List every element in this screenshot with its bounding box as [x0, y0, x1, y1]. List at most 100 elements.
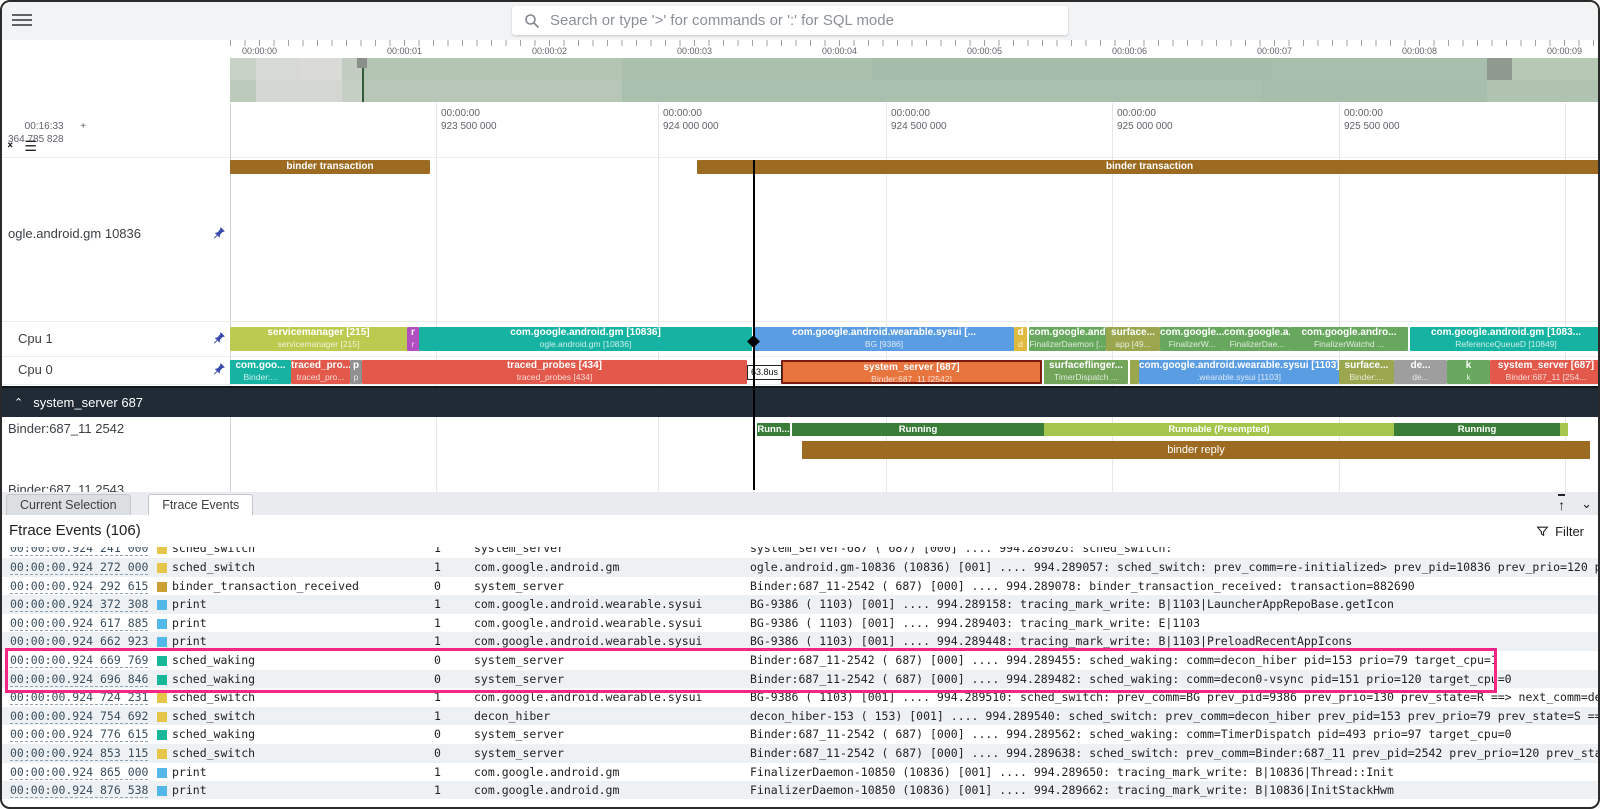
minimap-segment: [1487, 80, 1600, 102]
cpu-slice[interactable]: traced_pro...traced_pro...: [291, 360, 350, 384]
cpu-slice[interactable]: com.google.android.gm [1083...ReferenceQ…: [1410, 327, 1600, 351]
table-row[interactable]: 00:00:00.924 724 231sched_switch1com.goo…: [2, 688, 1600, 707]
tab-ftrace-events[interactable]: Ftrace Events: [148, 494, 253, 517]
cpu-slice[interactable]: com.google.android.gm [10836]ogle.androi…: [419, 327, 752, 351]
pin-icon[interactable]: [213, 331, 226, 344]
group-header-label: system_server 687: [33, 395, 143, 410]
timestamp-link[interactable]: 00:00:00.924 754 692: [10, 709, 148, 724]
timestamp-link[interactable]: 00:00:00.924 292 615: [10, 579, 148, 594]
process-group-header[interactable]: ⌃ system_server 687: [2, 386, 1600, 417]
minimap-segment: [364, 80, 622, 102]
table-row[interactable]: 00:00:00.924 669 769sched_waking0system_…: [2, 651, 1600, 670]
overview-tick-marks: [230, 40, 1600, 46]
cpu-slice[interactable]: traced_probes [434]traced_probes [434]: [362, 360, 747, 384]
event-color-swatch: [157, 582, 167, 592]
thread-state-slice[interactable]: Runn...: [757, 423, 790, 436]
expand-panel-icon[interactable]: ↑: [1558, 494, 1565, 514]
table-row[interactable]: 00:00:00.924 776 615sched_waking0system_…: [2, 725, 1600, 744]
timestamp-link[interactable]: 00:00:00.924 853 115: [10, 746, 148, 761]
table-row[interactable]: 00:00:00.924 662 923print1com.google.and…: [2, 632, 1600, 651]
minimap-segment: [364, 58, 622, 80]
cpu-slice[interactable]: [1130, 360, 1139, 384]
timestamp-link[interactable]: 00:00:00.924 241 000: [10, 547, 148, 556]
cpu-slice[interactable]: com.google.a...FinalizerDae...: [1224, 327, 1290, 351]
cpu-slice[interactable]: dd: [1014, 327, 1027, 351]
timestamp-link[interactable]: 00:00:00.924 776 615: [10, 727, 148, 742]
table-row[interactable]: 00:00:00.924 292 615binder_transaction_r…: [2, 577, 1600, 596]
cpu-slice[interactable]: system_server [687]Binder:687_11 [254...: [1490, 360, 1600, 384]
table-row[interactable]: 00:00:00.924 754 692sched_switch1decon_h…: [2, 707, 1600, 726]
cpu-slice[interactable]: com.google.android.wearable.sysui [1103]…: [1139, 360, 1339, 384]
process-cell: com.google.android.gm: [474, 560, 619, 574]
track-list-icon[interactable]: ☰: [24, 139, 37, 153]
table-row[interactable]: 00:00:00.924 853 115sched_switch0system_…: [2, 744, 1600, 763]
perfetto-trace-viewer: Search or type '>' for commands or ':' f…: [0, 0, 1600, 809]
table-row[interactable]: 00:00:00.924 865 000print1com.google.and…: [2, 763, 1600, 782]
event-color-swatch: [157, 637, 167, 647]
args-cell: Binder:687_11-2542 ( 687) [000] .... 994…: [750, 746, 1600, 760]
table-row[interactable]: 00:00:00.924 372 308print1com.google.and…: [2, 595, 1600, 614]
async-slice[interactable]: binder transaction: [697, 160, 1600, 174]
tab-current-selection[interactable]: Current Selection: [6, 494, 131, 516]
args-cell: system_server-687 ( 687) [000] .... 994.…: [750, 547, 1600, 555]
cpu-slice[interactable]: surfaceflinger...TimerDispatch ...: [1044, 360, 1128, 384]
cpu-slice[interactable]: com.goo...Binder:...: [230, 360, 291, 384]
cpu-slice[interactable]: de...de...: [1394, 360, 1447, 384]
timestamp-link[interactable]: 00:00:00.924 669 769: [10, 653, 148, 668]
timestamp-link[interactable]: 00:00:00.924 617 885: [10, 616, 148, 631]
cpu-slice[interactable]: rr: [407, 327, 419, 351]
cpu-slice[interactable]: kk: [1447, 360, 1490, 384]
timestamp-link[interactable]: 00:00:00.924 662 923: [10, 634, 148, 649]
cpu-slice[interactable]: surface...app [49...: [1106, 327, 1160, 351]
cpu-slice[interactable]: system_server [687]Binder:687_11 [2542]: [781, 360, 1042, 384]
timestamp-link[interactable]: 00:00:00.924 724 231: [10, 690, 148, 705]
binder-reply-slice[interactable]: binder reply: [802, 441, 1590, 459]
timestamp-link[interactable]: 00:00:00.924 272 000: [10, 560, 148, 575]
pin-icon[interactable]: [213, 362, 226, 375]
cpu-slice[interactable]: com.google.android.wearable.sysui [...BG…: [754, 327, 1014, 351]
table-row[interactable]: 00:00:00.924 272 000sched_switch1com.goo…: [2, 558, 1600, 577]
timestamp-link[interactable]: 00:00:00.924 865 000: [10, 765, 148, 780]
timeline-minimap[interactable]: [230, 58, 1600, 102]
process-cell: com.google.android.wearable.sysui: [474, 597, 702, 611]
time-bar: 00:16:33 +364 785 828 00:00:00923 500 00…: [2, 102, 1600, 157]
thread-state-slice[interactable]: [1560, 423, 1568, 436]
args-cell: BG-9386 ( 1103) [001] .... 994.289403: t…: [750, 616, 1600, 630]
overview-tick-label: 00:00:08: [1402, 46, 1437, 56]
process-cell: system_server: [474, 579, 564, 593]
cpu-cell: 1: [434, 765, 441, 779]
table-row[interactable]: 00:00:00.924 876 538print1com.google.and…: [2, 781, 1600, 799]
collapse-tracks-icon[interactable]: ⌄⌃: [6, 139, 14, 153]
filter-button[interactable]: Filter: [1536, 524, 1584, 539]
minimap-segment: [300, 58, 342, 80]
event-color-swatch: [157, 730, 167, 740]
table-row[interactable]: 00:00:00.924 617 885print1com.google.and…: [2, 614, 1600, 633]
thread-state-slice[interactable]: Running: [792, 423, 1044, 436]
thread-state-slice[interactable]: Running: [1394, 423, 1560, 436]
pin-icon[interactable]: [213, 226, 226, 239]
thread-state-slice[interactable]: Runnable (Preempted): [1044, 423, 1394, 436]
process-cell: system_server: [474, 653, 564, 667]
search-input[interactable]: Search or type '>' for commands or ':' f…: [512, 6, 1068, 35]
cpu-slice[interactable]: pp: [350, 360, 362, 384]
args-cell: Binder:687_11-2542 ( 687) [000] .... 994…: [750, 579, 1600, 593]
cpu-slice[interactable]: com.google.andro...FinalizerWatchd ...: [1290, 327, 1408, 351]
timestamp-link[interactable]: 00:00:00.924 372 308: [10, 597, 148, 612]
cpu-slice[interactable]: com.google.androi...FinalizerDaemon [...: [1029, 327, 1106, 351]
cpu-slice[interactable]: com.google...FinalizerW...: [1160, 327, 1224, 351]
timestamp-link[interactable]: 00:00:00.924 876 538: [10, 783, 148, 798]
cpu-slice[interactable]: surface...Binder:...: [1339, 360, 1394, 384]
menu-icon[interactable]: [12, 14, 32, 28]
overview-tick-label: 00:00:05: [967, 46, 1002, 56]
timestamp-link[interactable]: 00:00:00.924 696 846: [10, 672, 148, 687]
async-slice[interactable]: binder transaction: [230, 160, 430, 174]
minimap-segment: [622, 80, 1262, 102]
cpu-slice[interactable]: servicemanager [215]servicemanager [215]: [230, 327, 407, 351]
table-row[interactable]: 00:00:00.924 241 000sched_switch1system_…: [2, 547, 1600, 558]
minimap-segment: [342, 80, 364, 102]
chevron-down-icon[interactable]: ⌄: [1581, 496, 1592, 512]
thread-state-track: Runn...RunningRunnable (Preempted)Runnin…: [2, 423, 1600, 436]
chevron-up-icon: ⌃: [14, 396, 23, 409]
table-row[interactable]: 00:00:00.924 696 846sched_waking0system_…: [2, 670, 1600, 689]
args-cell: ogle.android.gm-10836 (10836) [001] ....…: [750, 560, 1600, 574]
